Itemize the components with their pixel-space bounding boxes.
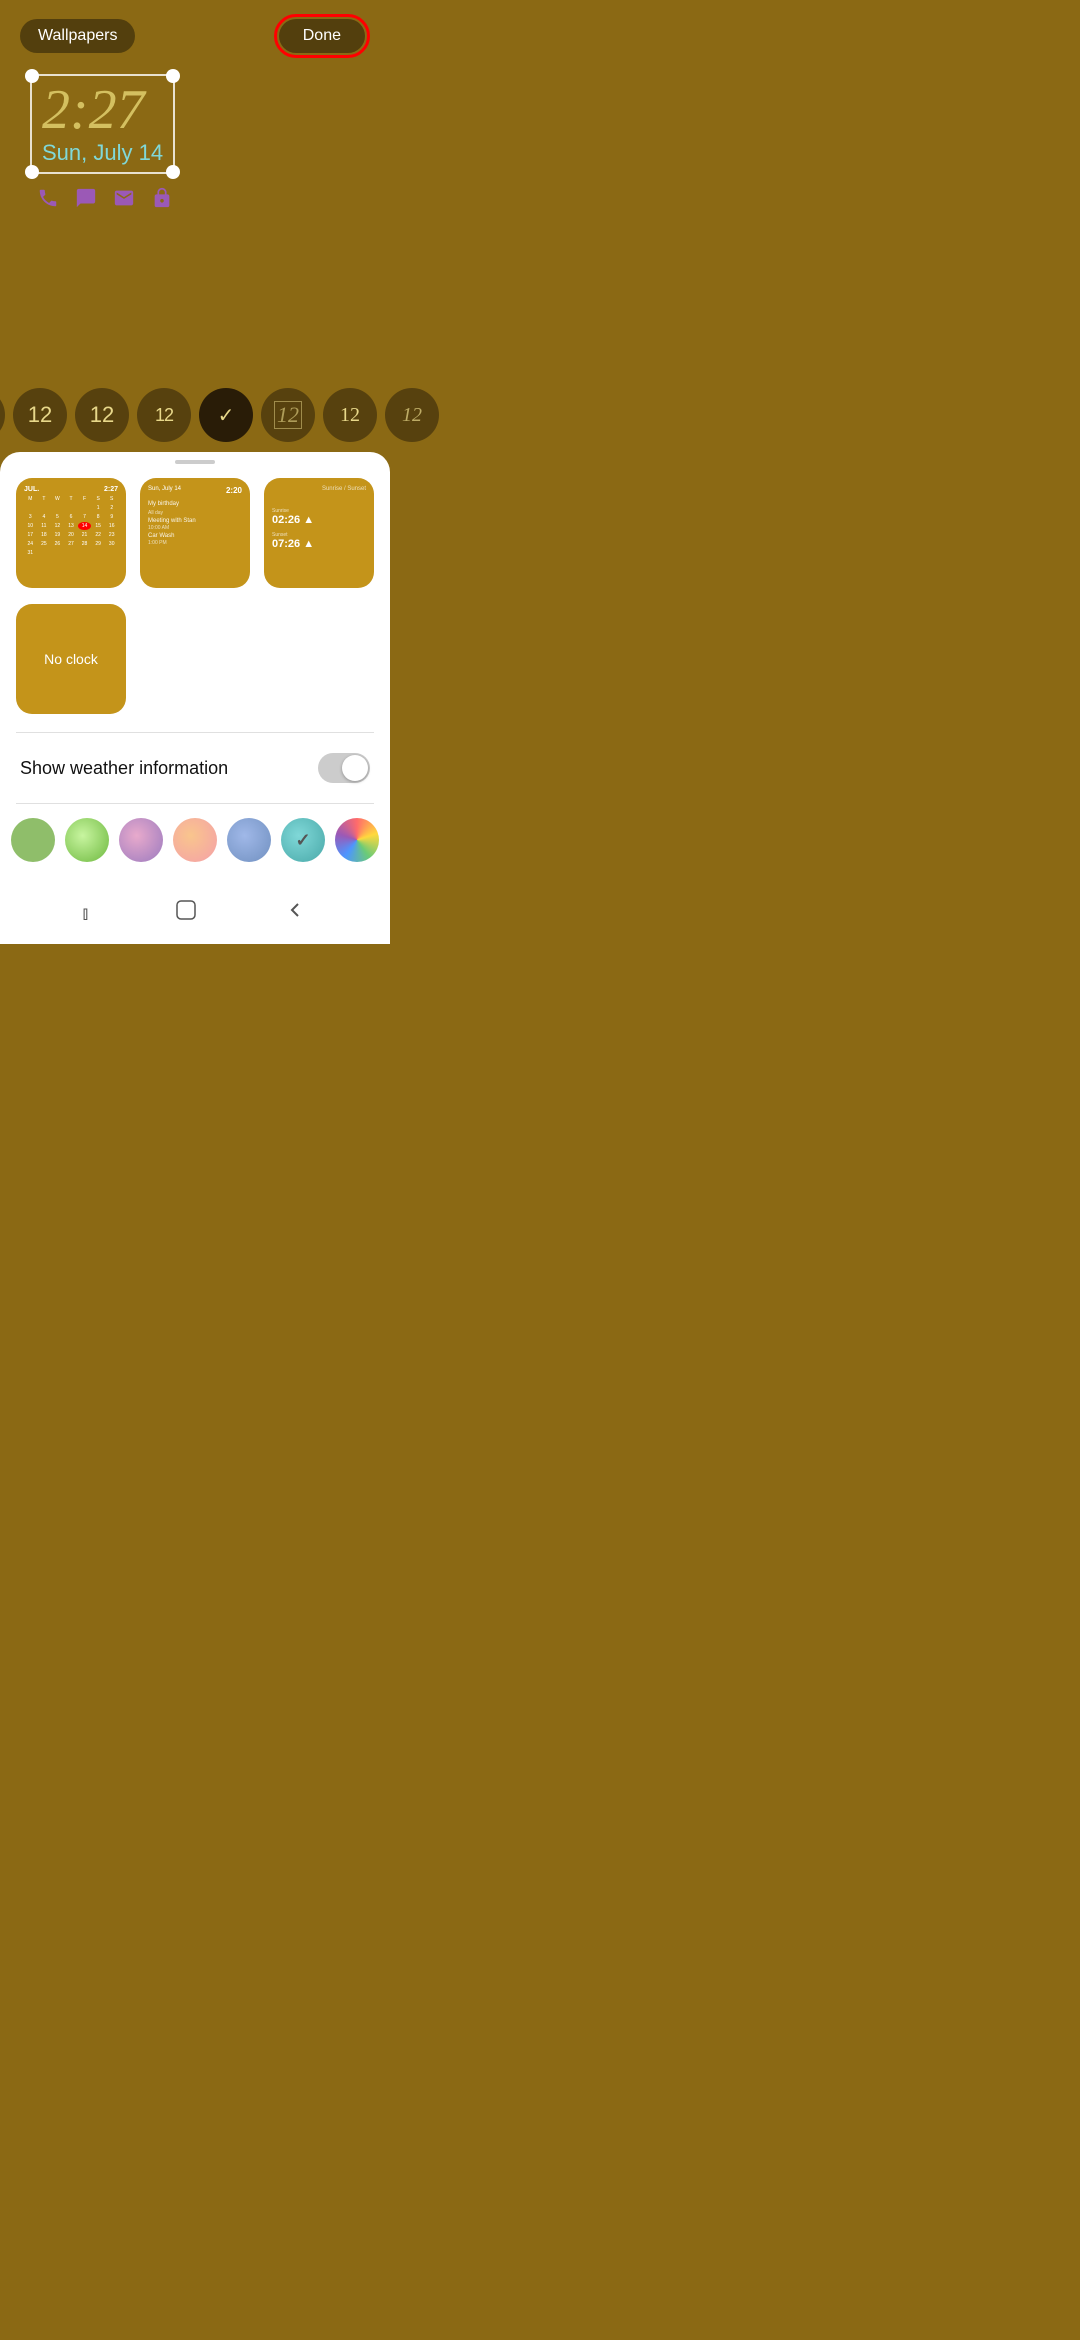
top-bar: Wallpapers Done — [0, 0, 390, 68]
handle-bottom-left — [25, 165, 39, 179]
swatch-blue-gradient[interactable] — [227, 818, 271, 862]
clock-style-4-label: 12 — [155, 405, 173, 426]
thumb-alarm-top-label: Sunrise / Sunset — [272, 486, 366, 492]
clock-style-5[interactable]: 12 — [261, 388, 315, 442]
phone-icon — [34, 184, 62, 212]
clock-style-3-label: 12 — [90, 402, 114, 428]
thumb-sched-time: 2:20 — [226, 486, 242, 495]
clock-style-2-label: 12 — [28, 402, 52, 428]
clock-time: 2:27 — [42, 82, 163, 138]
swatch-peach-gradient[interactable] — [173, 818, 217, 862]
lock-screen-empty-area — [0, 212, 390, 372]
mail-icon — [110, 184, 138, 212]
handle-top-left — [25, 69, 39, 83]
handle-bottom-right — [166, 165, 180, 179]
done-btn-highlight: Done — [274, 14, 370, 58]
thumb-alarm-1: Sunrise 02:26 ▲ — [272, 508, 366, 526]
clock-style-row: 12 12 12 12 ✓ 12 12 12 — [0, 372, 390, 452]
handle-top-right — [166, 69, 180, 83]
thumb-sched-date: Sun, July 14 — [148, 486, 181, 495]
swatch-teal-selected[interactable] — [281, 818, 325, 862]
nav-bar: ⫾ — [0, 882, 390, 944]
thumb-sched-events: My birthday All day Meeting with Stan 10… — [148, 501, 242, 546]
thumb-schedule[interactable]: Sun, July 14 2:20 My birthday All day Me… — [140, 478, 250, 588]
clock-style-7-label: 12 — [402, 404, 422, 427]
clock-style-dropdown[interactable]: ✓ — [199, 388, 253, 442]
clock-style-4[interactable]: 12 — [137, 388, 191, 442]
clock-style-5-label: 12 — [274, 401, 302, 429]
message-icon — [72, 184, 100, 212]
weather-toggle-label: Show weather information — [20, 758, 228, 779]
color-swatch-row — [0, 808, 390, 882]
clock-date: Sun, July 14 — [42, 140, 163, 166]
thumb-cal-month: JUL. — [24, 486, 39, 493]
notification-icons — [34, 184, 370, 212]
clock-style-6[interactable]: 12 — [323, 388, 377, 442]
lock-screen-preview: 2:27 Sun, July 14 — [20, 68, 370, 212]
swatch-multicolor[interactable] — [335, 818, 379, 862]
clock-style-2[interactable]: 12 — [13, 388, 67, 442]
wallpapers-button[interactable]: Wallpapers — [20, 19, 135, 53]
weather-toggle-row: Show weather information — [0, 737, 390, 799]
no-clock-button[interactable]: No clock — [16, 604, 126, 714]
swatch-green-solid[interactable] — [11, 818, 55, 862]
clock-style-1[interactable]: 12 — [0, 388, 5, 442]
clock-style-6-label: 12 — [340, 404, 360, 427]
swatch-green-gradient[interactable] — [65, 818, 109, 862]
recent-apps-button[interactable]: ⫾ — [83, 903, 90, 924]
divider-2 — [16, 803, 374, 804]
thumb-cal-grid: M T W T F S S 1 2 3 4 5 6 — [24, 495, 118, 557]
clock-style-7[interactable]: 12 — [385, 388, 439, 442]
clock-widget[interactable]: 2:27 Sun, July 14 — [30, 74, 175, 174]
divider-1 — [16, 732, 374, 733]
clock-thumbnail-row: JUL. 2:27 M T W T F S S 1 2 — [0, 478, 390, 604]
thumb-cal-time: 2:27 — [104, 486, 118, 493]
toggle-knob — [342, 755, 368, 781]
home-button[interactable] — [174, 898, 198, 928]
lock-icon — [148, 184, 176, 212]
thumb-alarm-2: Sunset 07:26 ▲ — [272, 532, 366, 550]
weather-toggle-switch[interactable] — [318, 753, 370, 783]
clock-style-3[interactable]: 12 — [75, 388, 129, 442]
no-clock-label: No clock — [44, 651, 98, 667]
thumb-alarm[interactable]: Sunrise / Sunset Sunrise 02:26 ▲ Sunset … — [264, 478, 374, 588]
bottom-sheet: JUL. 2:27 M T W T F S S 1 2 — [0, 452, 390, 882]
swatch-pink-gradient[interactable] — [119, 818, 163, 862]
no-clock-row: No clock — [0, 604, 390, 728]
sheet-handle — [175, 460, 215, 464]
thumb-calendar[interactable]: JUL. 2:27 M T W T F S S 1 2 — [16, 478, 126, 588]
clock-dropdown-arrow: ✓ — [218, 403, 235, 428]
back-button[interactable] — [283, 898, 307, 928]
done-button[interactable]: Done — [279, 19, 365, 53]
